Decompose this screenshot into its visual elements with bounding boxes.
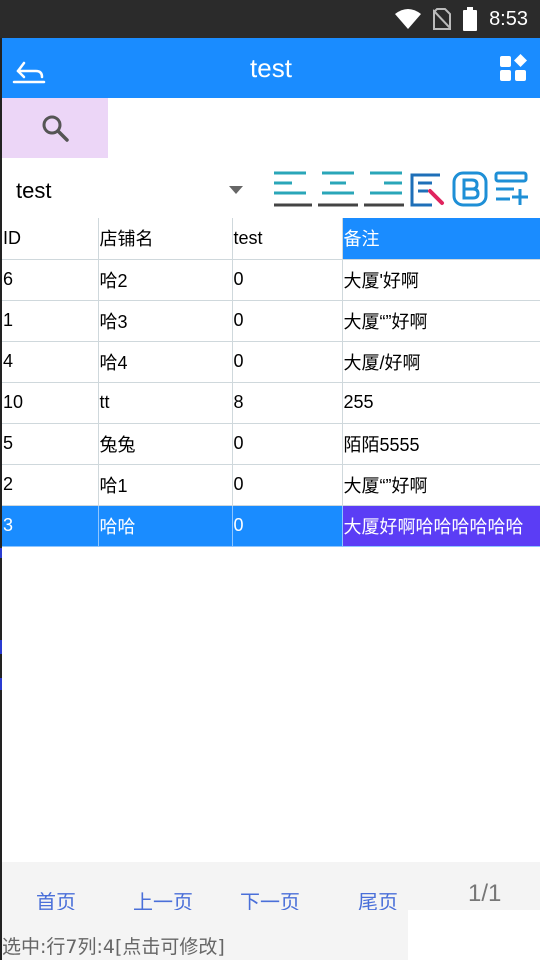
table-cell[interactable]: 哈2 bbox=[98, 259, 233, 301]
align-right-button[interactable] bbox=[364, 168, 404, 210]
table-cell[interactable]: 大厦'好啊 bbox=[342, 259, 540, 301]
add-row-icon bbox=[494, 171, 528, 205]
table-cell[interactable]: 0 bbox=[232, 464, 343, 506]
column-header-store-name[interactable]: 店铺名 bbox=[98, 218, 233, 260]
table-cell[interactable]: 大厦“”好啊 bbox=[342, 464, 540, 506]
table-row[interactable]: 5 兔兔 0 陌陌5555 bbox=[2, 423, 540, 465]
table-cell[interactable]: 大厦/好啊 bbox=[342, 341, 540, 383]
selected-table-cell[interactable]: 大厦好啊哈哈哈哈哈哈 bbox=[342, 505, 540, 547]
table-cell[interactable]: 0 bbox=[232, 259, 343, 301]
search-button[interactable] bbox=[2, 98, 108, 158]
page-title: test bbox=[250, 53, 292, 83]
table-cell[interactable]: 哈4 bbox=[98, 341, 233, 383]
header-row: ID 店铺名 test 备注 bbox=[2, 218, 540, 260]
table-cell[interactable]: 0 bbox=[232, 341, 343, 383]
edit-form-icon bbox=[410, 173, 444, 207]
app-bar: test bbox=[2, 38, 540, 98]
table-cell[interactable]: 大厦“”好啊 bbox=[342, 300, 540, 342]
table-cell[interactable]: 10 bbox=[2, 382, 99, 424]
search-icon bbox=[42, 115, 69, 142]
add-row-button[interactable] bbox=[494, 168, 530, 210]
bold-icon bbox=[452, 171, 488, 207]
table-cell[interactable]: 1 bbox=[2, 300, 99, 342]
selected-table-row[interactable]: 3 哈哈 0 大厦好啊哈哈哈哈哈哈 bbox=[2, 505, 540, 547]
page-indicator: 1/1 bbox=[468, 880, 502, 907]
bold-button[interactable] bbox=[452, 168, 488, 210]
table-cell[interactable]: 兔兔 bbox=[98, 423, 233, 465]
apps-grid-icon bbox=[500, 54, 527, 81]
table-cell[interactable]: 8 bbox=[232, 382, 343, 424]
wifi-icon bbox=[395, 9, 422, 29]
table-row[interactable]: 6 哈2 0 大厦'好啊 bbox=[2, 259, 540, 301]
table-cell[interactable]: 0 bbox=[232, 505, 343, 547]
column-header-remark[interactable]: 备注 bbox=[342, 218, 540, 260]
table-cell[interactable]: 4 bbox=[2, 341, 99, 383]
apps-menu-button[interactable] bbox=[500, 54, 528, 82]
table-cell[interactable]: 0 bbox=[232, 423, 343, 465]
table-cell[interactable]: 哈1 bbox=[98, 464, 233, 506]
back-button[interactable] bbox=[10, 53, 48, 85]
edit-record-button[interactable] bbox=[410, 168, 446, 210]
battery-icon bbox=[463, 7, 478, 31]
table-cell[interactable]: 陌陌5555 bbox=[342, 423, 540, 465]
scroll-edge-mark bbox=[0, 678, 2, 690]
align-center-button[interactable] bbox=[318, 168, 358, 210]
caret-down-icon bbox=[229, 186, 243, 194]
align-left-icon bbox=[274, 171, 312, 207]
table-cell[interactable]: 2 bbox=[2, 464, 99, 506]
status-icons: 8:53 bbox=[395, 0, 528, 38]
table-select-dropdown[interactable]: test bbox=[2, 168, 252, 214]
table-cell[interactable]: 5 bbox=[2, 423, 99, 465]
table-row[interactable]: 1 哈3 0 大厦“”好啊 bbox=[2, 300, 540, 342]
no-sim-icon bbox=[433, 8, 452, 30]
status-bar: 8:53 bbox=[0, 0, 540, 38]
align-left-button[interactable] bbox=[272, 168, 312, 210]
pagination-bar: 首页 上一页 下一页 尾页 1/1 bbox=[2, 862, 540, 914]
table-cell[interactable]: tt bbox=[98, 382, 233, 424]
scroll-edge-mark bbox=[0, 640, 2, 654]
table-cell[interactable]: 0 bbox=[232, 300, 343, 342]
selection-status[interactable]: 选中:行7列:4[点击可修改] bbox=[2, 932, 225, 959]
align-right-icon bbox=[364, 171, 404, 207]
table-select-value: test bbox=[16, 178, 52, 203]
column-header-test[interactable]: test bbox=[232, 218, 343, 260]
column-header-id[interactable]: ID bbox=[2, 218, 99, 260]
table-row[interactable]: 4 哈4 0 大厦/好啊 bbox=[2, 341, 540, 383]
data-grid: ID 店铺名 test 备注 6 哈2 0 大厦'好啊 1 哈3 0 大厦“”好… bbox=[2, 218, 540, 547]
table-cell[interactable]: 哈哈 bbox=[98, 505, 233, 547]
table-row[interactable]: 10 tt 8 255 bbox=[2, 382, 540, 424]
table-cell[interactable]: 哈3 bbox=[98, 300, 233, 342]
scroll-edge-mark bbox=[0, 548, 2, 558]
table-cell[interactable]: 6 bbox=[2, 259, 99, 301]
table-row[interactable]: 2 哈1 0 大厦“”好啊 bbox=[2, 464, 540, 506]
table-cell[interactable]: 3 bbox=[2, 505, 99, 547]
toolbar bbox=[272, 168, 530, 210]
undo-arrow-icon bbox=[12, 61, 46, 84]
clock: 8:53 bbox=[489, 7, 528, 30]
align-center-icon bbox=[318, 171, 358, 207]
table-cell[interactable]: 255 bbox=[342, 382, 540, 424]
